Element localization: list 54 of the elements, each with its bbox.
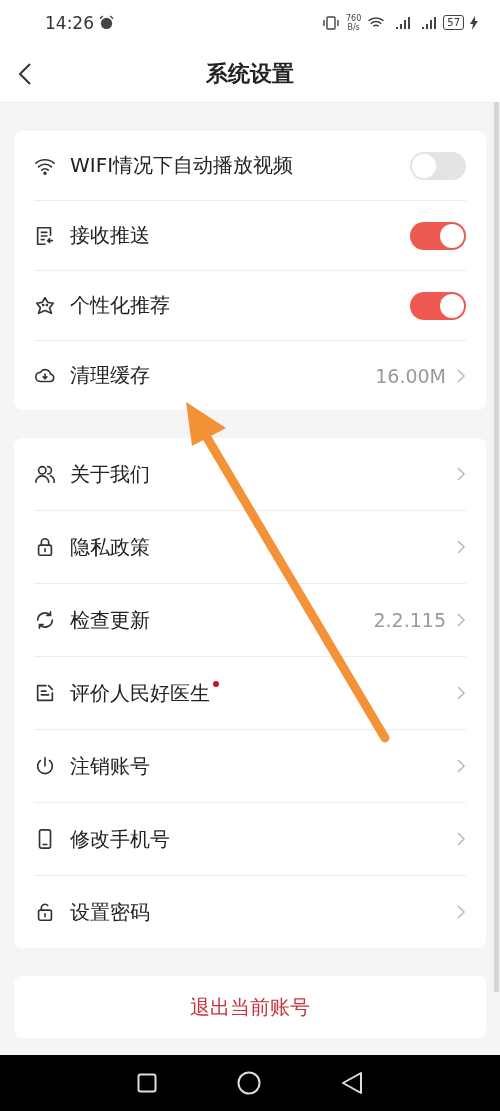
back-icon[interactable] (18, 62, 32, 86)
settings-row[interactable]: 接收推送 (34, 201, 466, 271)
setting-label: 个性化推荐 (70, 292, 170, 319)
status-time: 14:26 (45, 12, 94, 33)
setting-label: 修改手机号 (70, 825, 170, 853)
toggle-switch[interactable] (410, 291, 466, 320)
settings-row[interactable]: 评价人民好医生 (34, 657, 466, 730)
back-nav-icon[interactable] (341, 1071, 363, 1095)
page-title: 系统设置 (206, 59, 294, 88)
chevron-right-icon (456, 685, 466, 701)
edit-note-icon (34, 682, 56, 704)
logout-button[interactable]: 退出当前账号 (14, 976, 486, 1038)
setting-label: 清理缓存 (70, 362, 150, 389)
chevron-right-icon (456, 831, 466, 847)
setting-label: 设置密码 (70, 898, 150, 926)
settings-row[interactable]: 隐私政策 (34, 511, 466, 584)
notification-list-icon (34, 224, 56, 247)
chevron-right-icon (456, 466, 466, 482)
settings-row[interactable]: 修改手机号 (34, 803, 466, 876)
settings-row[interactable]: 注销账号 (34, 730, 466, 803)
refresh-icon (34, 609, 56, 631)
setting-label: 关于我们 (70, 460, 150, 488)
wifi-signal-icon (367, 15, 386, 30)
setting-label: 检查更新 (70, 606, 150, 634)
home-icon[interactable] (237, 1071, 261, 1095)
setting-label: 接收推送 (70, 222, 150, 249)
star-face-icon (34, 294, 56, 317)
toggle-switch[interactable] (410, 151, 466, 180)
chevron-right-icon (456, 612, 466, 628)
chevron-right-icon (456, 758, 466, 774)
settings-row[interactable]: WIFI情况下自动播放视频 (34, 131, 466, 201)
setting-label: 隐私政策 (70, 533, 150, 561)
settings-row[interactable]: 设置密码 (34, 876, 466, 948)
alarm-icon (99, 15, 114, 30)
vibrate-icon (322, 15, 340, 30)
battery-level: 57 (443, 15, 464, 30)
users-icon (34, 463, 56, 485)
setting-value: 2.2.115 (373, 609, 446, 631)
toggle-switch[interactable] (410, 221, 466, 250)
recent-apps-icon[interactable] (137, 1073, 157, 1093)
network-speed: 760 (346, 13, 362, 23)
chevron-right-icon (456, 367, 466, 384)
settings-row[interactable]: 检查更新 2.2.115 (34, 584, 466, 657)
settings-row[interactable]: 清理缓存 16.00M (34, 341, 466, 410)
setting-label: 评价人民好医生 (70, 679, 210, 707)
power-icon (34, 755, 56, 777)
settings-row[interactable]: 个性化推荐 (34, 271, 466, 341)
setting-label: WIFI情况下自动播放视频 (70, 152, 294, 179)
charging-icon (470, 15, 478, 30)
setting-value: 16.00M (375, 364, 446, 387)
chevron-right-icon (456, 539, 466, 555)
setting-label: 注销账号 (70, 752, 150, 780)
chevron-right-icon (456, 904, 466, 920)
speed-unit: B/s (347, 22, 360, 32)
